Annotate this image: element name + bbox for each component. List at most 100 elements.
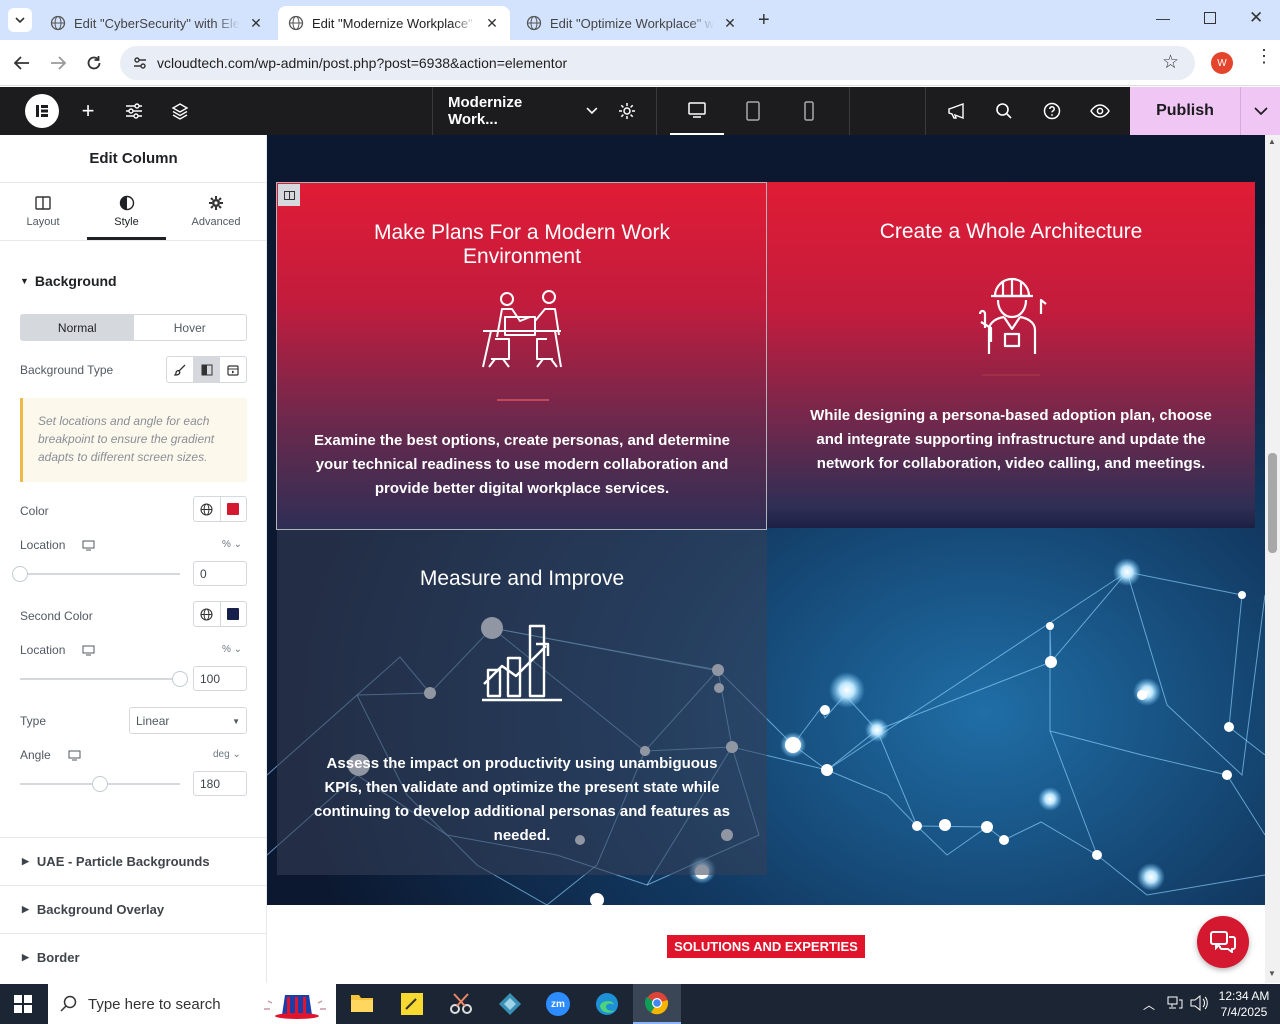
tab-search-button[interactable] xyxy=(8,8,32,32)
tab-title: Edit "CyberSecurity" with Elementor xyxy=(74,15,240,31)
section-background-overlay[interactable]: ▶ Background Overlay xyxy=(0,885,266,933)
mobile-view-button[interactable] xyxy=(797,87,821,135)
divider xyxy=(0,182,266,183)
scroll-up-icon[interactable]: ▲ xyxy=(1268,137,1276,146)
tab-style[interactable]: Style xyxy=(87,193,166,240)
scroll-thumb[interactable] xyxy=(1268,453,1277,553)
unit-selector[interactable]: deg ⌄ xyxy=(213,749,241,760)
close-icon[interactable]: ✕ xyxy=(484,15,500,32)
second-location-slider[interactable] xyxy=(20,671,188,687)
close-icon[interactable]: ✕ xyxy=(722,15,738,32)
close-icon[interactable]: ✕ xyxy=(248,15,264,32)
desktop-view-button[interactable] xyxy=(670,87,724,135)
card-modern-work[interactable]: Make Plans For a Modern Work Environment… xyxy=(276,182,767,530)
taskbar-search-box[interactable]: Type here to search xyxy=(48,984,336,1024)
classic-type-button[interactable] xyxy=(167,357,194,382)
forward-arrow-icon[interactable] xyxy=(49,55,67,71)
tab-modernize-workplace[interactable]: Edit "Modernize Workplace" with Elemento… xyxy=(278,6,510,40)
app-diamond-icon[interactable] xyxy=(498,992,522,1016)
desktop-icon[interactable] xyxy=(68,750,81,761)
clock[interactable]: 12:34 AM 7/4/2025 xyxy=(1214,988,1274,1020)
chevron-down-icon xyxy=(1253,107,1268,115)
tab-cybersecurity[interactable]: Edit "CyberSecurity" with Elementor ✕ xyxy=(40,6,274,40)
global-colors-button[interactable] xyxy=(194,497,221,521)
edge-icon xyxy=(596,993,618,1015)
column-handle[interactable] xyxy=(278,184,300,206)
show-hidden-icons[interactable]: ︿ xyxy=(1143,996,1155,1013)
edge-browser-icon[interactable] xyxy=(595,992,619,1016)
desktop-icon[interactable] xyxy=(82,540,95,551)
restore-button[interactable] xyxy=(1204,12,1216,24)
globe-icon xyxy=(200,607,213,621)
separator xyxy=(497,399,549,401)
color-swatch-button[interactable] xyxy=(221,497,247,521)
tab-layout[interactable]: Layout xyxy=(2,193,84,240)
section-title: Border xyxy=(36,950,80,965)
card-measure[interactable]: Measure and Improve Assess the impact on… xyxy=(277,530,767,875)
new-tab-button[interactable]: + xyxy=(758,9,770,32)
slider-knob[interactable] xyxy=(12,566,28,582)
location-slider[interactable] xyxy=(12,566,180,582)
structure-button[interactable] xyxy=(168,87,192,135)
elementor-logo[interactable] xyxy=(24,87,60,135)
back-arrow-icon[interactable] xyxy=(13,55,31,71)
tab-optimize-workplace[interactable]: Edit "Optimize Workplace" with Elementor… xyxy=(516,6,748,40)
reload-icon[interactable] xyxy=(85,54,103,72)
bookmark-star-icon[interactable]: ☆ xyxy=(1162,51,1179,74)
second-location-input[interactable]: 100 xyxy=(193,666,247,691)
volume-icon[interactable] xyxy=(1190,995,1208,1011)
notifications-button[interactable] xyxy=(944,87,968,135)
start-button[interactable] xyxy=(14,995,32,1013)
snipping-tool-icon[interactable] xyxy=(448,992,474,1016)
preview-button[interactable] xyxy=(1088,87,1112,135)
chrome-browser-icon[interactable] xyxy=(633,984,681,1024)
desktop-icon[interactable] xyxy=(82,645,95,656)
document-title-dropdown[interactable]: Modernize Work... xyxy=(448,87,598,135)
section-border[interactable]: ▶ Border xyxy=(0,933,266,981)
slider-knob[interactable] xyxy=(172,671,188,687)
state-normal-tab[interactable]: Normal xyxy=(21,315,134,340)
browser-tab-strip: Edit "CyberSecurity" with Elementor ✕ Ed… xyxy=(0,0,1280,40)
angle-label: Angle xyxy=(20,748,81,762)
color-swatch-button[interactable] xyxy=(221,602,247,626)
file-explorer-icon[interactable] xyxy=(350,992,374,1014)
state-hover-tab[interactable]: Hover xyxy=(134,315,247,340)
page-settings-button[interactable] xyxy=(615,87,639,135)
type-select[interactable]: Linear ▼ xyxy=(129,707,247,734)
unit-selector[interactable]: % ⌄ xyxy=(222,539,242,550)
site-info-icon[interactable] xyxy=(132,55,148,71)
angle-input[interactable]: 180 xyxy=(193,771,247,796)
megaphone-icon xyxy=(948,103,964,120)
video-type-button[interactable] xyxy=(220,357,246,382)
video-icon xyxy=(227,364,239,376)
scroll-down-icon[interactable]: ▼ xyxy=(1268,969,1276,978)
tab-advanced[interactable]: Advanced xyxy=(176,193,256,240)
zoom-app-icon[interactable]: zm xyxy=(546,992,570,1016)
profile-avatar[interactable]: W xyxy=(1211,52,1233,74)
location-input[interactable]: 0 xyxy=(193,561,247,586)
help-button[interactable] xyxy=(1040,87,1064,135)
close-window-button[interactable]: ✕ xyxy=(1249,8,1263,28)
site-settings-button[interactable] xyxy=(122,87,146,135)
global-colors-button[interactable] xyxy=(194,602,221,626)
slider-knob[interactable] xyxy=(92,776,108,792)
publish-button[interactable]: Publish xyxy=(1130,87,1240,135)
finder-button[interactable] xyxy=(992,87,1016,135)
canvas-scrollbar[interactable]: ▲ ▼ xyxy=(1265,135,1280,983)
publish-options-button[interactable] xyxy=(1240,87,1280,135)
browser-menu-icon[interactable]: ⋮ xyxy=(1255,47,1273,65)
network-icon[interactable] xyxy=(1167,996,1183,1010)
minimize-button[interactable]: ― xyxy=(1156,10,1170,26)
section-background-header[interactable]: ▼ Background xyxy=(20,273,117,289)
angle-slider[interactable] xyxy=(20,776,180,792)
sticky-notes-icon[interactable] xyxy=(400,992,424,1016)
chat-button[interactable] xyxy=(1197,916,1249,968)
section-particle-backgrounds[interactable]: ▶ UAE - Particle Backgrounds xyxy=(0,837,266,885)
unit-selector[interactable]: % ⌄ xyxy=(222,644,242,655)
address-bar[interactable]: vcloudtech.com/wp-admin/post.php?post=69… xyxy=(120,46,1195,80)
card-architecture[interactable]: Create a Whole Architecture While design… xyxy=(767,182,1255,528)
add-element-button[interactable]: + xyxy=(76,87,100,135)
tablet-view-button[interactable] xyxy=(740,87,766,135)
location-label-text: Location xyxy=(20,538,66,552)
gradient-type-button[interactable] xyxy=(193,357,221,382)
